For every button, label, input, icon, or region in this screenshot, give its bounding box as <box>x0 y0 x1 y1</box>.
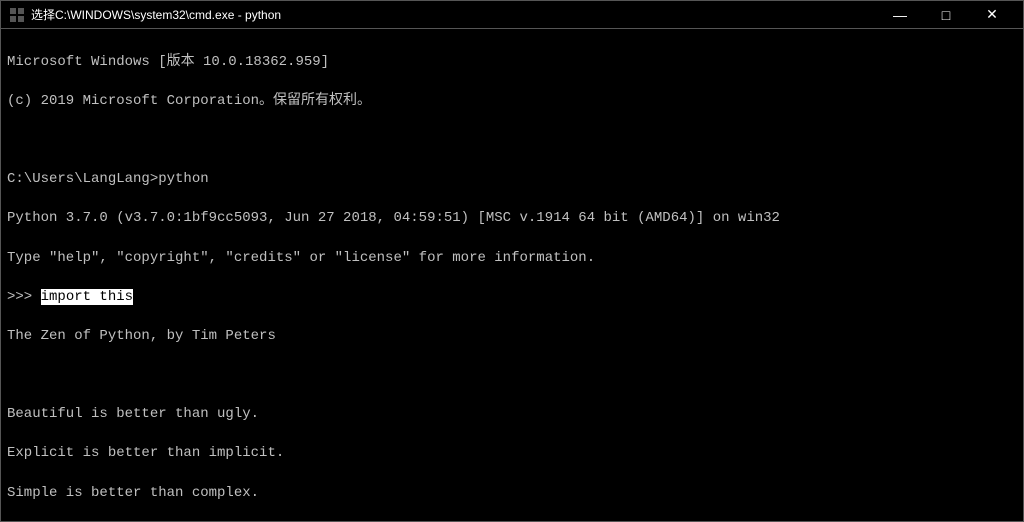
line-1: Microsoft Windows [版本 10.0.18362.959] <box>7 53 1017 73</box>
line-6: Type "help", "copyright", "credits" or "… <box>7 249 1017 269</box>
window-icon <box>9 7 25 23</box>
line-3 <box>7 131 1017 151</box>
line-12: Simple is better than complex. <box>7 484 1017 504</box>
line-2: (c) 2019 Microsoft Corporation。保留所有权利。 <box>7 92 1017 112</box>
maximize-button[interactable]: □ <box>923 1 969 29</box>
window-title: 选择C:\WINDOWS\system32\cmd.exe - python <box>31 6 877 23</box>
titlebar: 选择C:\WINDOWS\system32\cmd.exe - python —… <box>1 1 1023 29</box>
close-button[interactable]: ✕ <box>969 1 1015 29</box>
import-command: import this <box>41 289 133 305</box>
line-11: Explicit is better than implicit. <box>7 444 1017 464</box>
line-8: The Zen of Python, by Tim Peters <box>7 327 1017 347</box>
line-9 <box>7 366 1017 386</box>
titlebar-controls: — □ ✕ <box>877 1 1015 29</box>
line-10: Beautiful is better than ugly. <box>7 405 1017 425</box>
line-5: Python 3.7.0 (v3.7.0:1bf9cc5093, Jun 27 … <box>7 209 1017 229</box>
line-4: C:\Users\LangLang>python <box>7 170 1017 190</box>
minimize-button[interactable]: — <box>877 1 923 29</box>
console-output[interactable]: Microsoft Windows [版本 10.0.18362.959] (c… <box>1 29 1023 521</box>
cmd-window: 选择C:\WINDOWS\system32\cmd.exe - python —… <box>0 0 1024 522</box>
line-7: >>> import this <box>7 288 1017 308</box>
